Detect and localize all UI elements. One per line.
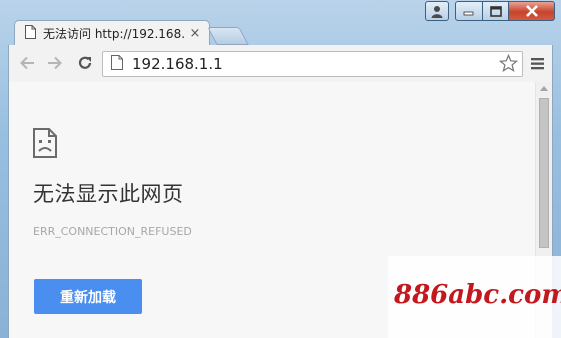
browser-window: 无法访问 http://192.168. × 192.168.1.1 无法显示此…	[0, 0, 561, 338]
menu-icon[interactable]	[529, 53, 545, 73]
scroll-up-icon[interactable]	[540, 86, 548, 91]
error-code: ERR_CONNECTION_REFUSED	[33, 225, 192, 238]
toolbar: 192.168.1.1	[8, 45, 553, 82]
user-icon[interactable]	[425, 1, 449, 21]
page-icon	[25, 24, 36, 43]
tab-title: 无法访问 http://192.168.	[43, 27, 186, 41]
scroll-thumb[interactable]	[539, 98, 549, 248]
url-text[interactable]: 192.168.1.1	[132, 55, 223, 73]
watermark: 886abc.com	[394, 280, 561, 310]
close-icon[interactable]	[509, 1, 555, 21]
tab-active[interactable]: 无法访问 http://192.168. ×	[14, 20, 210, 46]
sad-page-icon	[33, 128, 57, 162]
bookmark-star-icon[interactable]	[498, 53, 519, 77]
window-controls	[425, 1, 555, 23]
reload-button[interactable]: 重新加载	[34, 279, 142, 314]
address-bar[interactable]: 192.168.1.1	[102, 51, 523, 77]
page-icon	[111, 54, 123, 74]
maximize-icon[interactable]	[483, 1, 509, 21]
reload-icon[interactable]	[75, 53, 95, 73]
new-tab-button[interactable]	[207, 27, 249, 45]
error-title: 无法显示此网页	[33, 182, 184, 206]
minimize-icon[interactable]	[455, 1, 483, 21]
forward-icon[interactable]	[45, 53, 65, 73]
tab-close-icon[interactable]: ×	[189, 26, 201, 41]
back-icon[interactable]	[17, 53, 37, 73]
